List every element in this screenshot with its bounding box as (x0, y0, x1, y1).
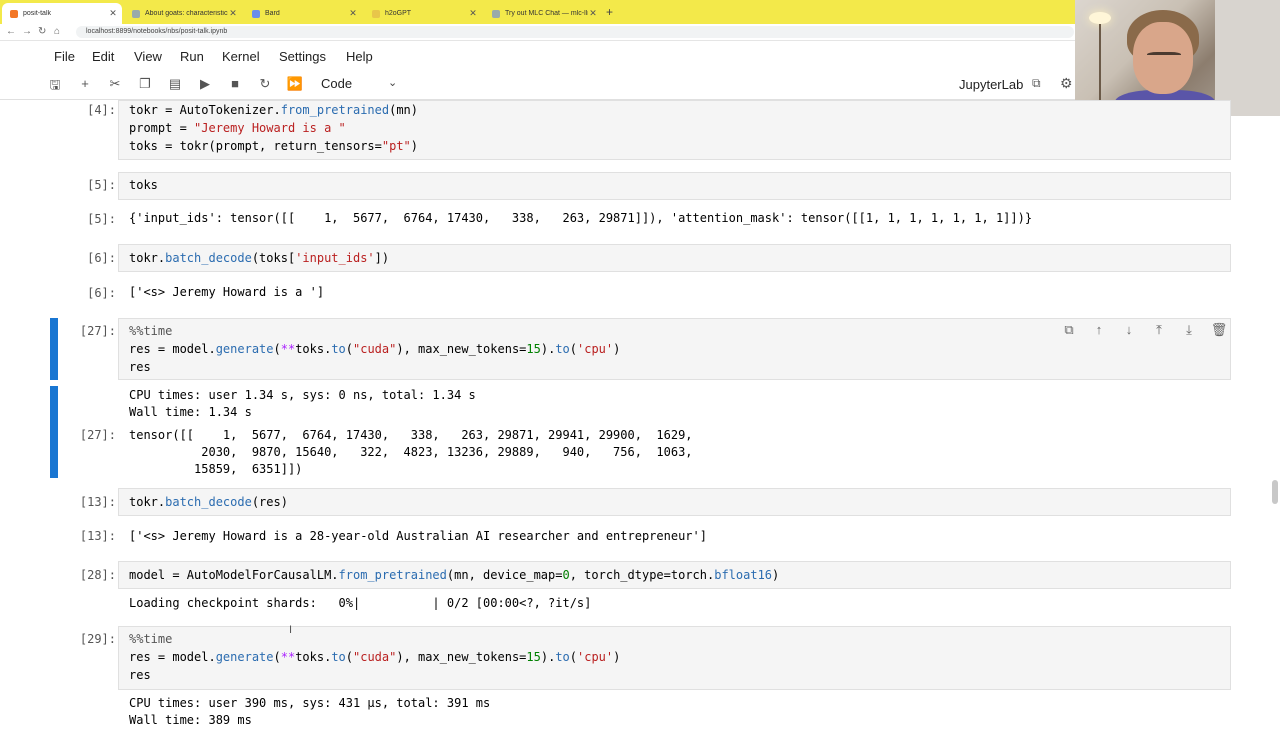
code-editor[interactable]: %%time res = model.generate(**toks.to("c… (129, 630, 620, 684)
input-prompt: [27]: (79, 324, 116, 338)
code-editor[interactable]: tokr = AutoTokenizer.from_pretrained(mn)… (129, 101, 418, 155)
fast-forward-icon[interactable]: ⏩ (286, 76, 304, 92)
cell-stdout: CPU times: user 390 ms, sys: 431 µs, tot… (129, 696, 491, 727)
input-prompt: [4]: (87, 103, 116, 117)
cell-output: tensor([[ 1, 5677, 6764, 17430, 338, 263… (129, 428, 693, 476)
close-icon[interactable]: ✕ (348, 8, 358, 19)
cell-output: ['<s> Jeremy Howard is a '] (129, 285, 325, 299)
forward-icon[interactable]: → (22, 26, 32, 37)
browser-tab-h2ogpt[interactable]: h2oGPT ✕ (364, 3, 482, 24)
reload-icon[interactable]: ↻ (38, 26, 46, 37)
move-down-icon[interactable]: ↓ (1120, 322, 1138, 337)
url-field[interactable]: localhost:8899/notebooks/nbs/posit-talk.… (76, 26, 1074, 38)
chevron-down-icon[interactable]: ⌄ (388, 76, 397, 89)
cell-output: {'input_ids': tensor([[ 1, 5677, 6764, 1… (129, 211, 1033, 225)
cell-stdout: CPU times: user 1.34 s, sys: 0 ns, total… (129, 388, 476, 419)
text-cursor-icon: I (289, 624, 293, 636)
code-cell-5[interactable] (118, 172, 1231, 200)
cut-icon[interactable]: ✂ (106, 76, 124, 92)
add-cell-icon[interactable]: + (76, 76, 94, 91)
insert-above-icon[interactable]: ⤒ (1150, 322, 1168, 338)
close-icon[interactable]: ✕ (108, 8, 118, 19)
page-favicon-icon (492, 9, 500, 18)
code-editor[interactable]: %%time res = model.generate(**toks.to("c… (129, 322, 620, 376)
browser-tab-mlc-chat[interactable]: Try out MLC Chat — mlc-llm 0... ✕ (484, 3, 602, 24)
output-prompt: [27]: (79, 428, 116, 442)
code-editor[interactable]: tokr.batch_decode(toks['input_ids']) (129, 249, 389, 267)
jupyter-favicon-icon (10, 9, 18, 18)
save-icon[interactable]: 🖫 (46, 76, 64, 98)
delete-cell-icon[interactable]: 🗑 (1210, 322, 1228, 338)
cell-output: ['<s> Jeremy Howard is a 28-year-old Aus… (129, 529, 707, 543)
copy-icon[interactable]: ❐ (136, 76, 154, 92)
input-prompt: [6]: (87, 251, 116, 265)
output-prompt: [5]: (87, 212, 116, 226)
h2o-favicon-icon (372, 9, 380, 18)
duplicate-cell-icon[interactable]: ⧉ (1060, 322, 1078, 338)
bard-favicon-icon (252, 9, 260, 18)
progress-output: Loading checkpoint shards: 0%| | 0/2 [00… (129, 596, 592, 610)
gear-icon[interactable]: ⚙ (1060, 75, 1073, 92)
menu-edit[interactable]: Edit (92, 49, 114, 64)
code-editor[interactable]: toks (129, 176, 158, 194)
menu-kernel[interactable]: Kernel (222, 49, 260, 64)
restart-icon[interactable]: ↻ (256, 76, 274, 92)
menu-help[interactable]: Help (346, 49, 373, 64)
close-icon[interactable]: ✕ (468, 8, 478, 19)
cell-type-select[interactable]: Code (321, 76, 352, 91)
external-link-icon[interactable]: ⧉ (1032, 76, 1041, 91)
menu-settings[interactable]: Settings (279, 49, 326, 64)
insert-below-icon[interactable]: ⤓ (1180, 322, 1198, 338)
jupyterlab-link[interactable]: JupyterLab (959, 77, 1023, 92)
browser-tab-goats[interactable]: About goats: characteristics a... ✕ (124, 3, 242, 24)
code-editor[interactable]: model = AutoModelForCausalLM.from_pretra… (129, 566, 779, 584)
output-prompt: [13]: (79, 529, 116, 543)
notebook-scrollbar[interactable] (1272, 480, 1278, 504)
close-icon[interactable]: ✕ (588, 8, 598, 19)
input-prompt: [5]: (87, 178, 116, 192)
stop-icon[interactable]: ■ (226, 76, 244, 91)
move-up-icon[interactable]: ↑ (1090, 322, 1108, 337)
menu-file[interactable]: File (54, 49, 75, 64)
back-icon[interactable]: ← (6, 26, 16, 37)
browser-tab-posit-talk[interactable]: posit-talk ✕ (2, 3, 122, 24)
page-favicon-icon (132, 9, 140, 18)
input-prompt: [29]: (79, 632, 116, 646)
browser-tab-bard[interactable]: Bard ✕ (244, 3, 362, 24)
output-prompt: [6]: (87, 286, 116, 300)
close-icon[interactable]: ✕ (228, 8, 238, 19)
run-icon[interactable]: ▶ (196, 76, 214, 92)
menu-view[interactable]: View (134, 49, 162, 64)
home-icon[interactable]: ⌂ (54, 26, 60, 37)
input-prompt: [13]: (79, 495, 116, 509)
code-editor[interactable]: tokr.batch_decode(res) (129, 493, 288, 511)
paste-icon[interactable]: ▤ (166, 76, 184, 92)
menu-run[interactable]: Run (180, 49, 204, 64)
new-tab-icon[interactable]: + (606, 5, 613, 19)
webcam-overlay (1075, 0, 1280, 116)
input-prompt: [28]: (79, 568, 116, 582)
